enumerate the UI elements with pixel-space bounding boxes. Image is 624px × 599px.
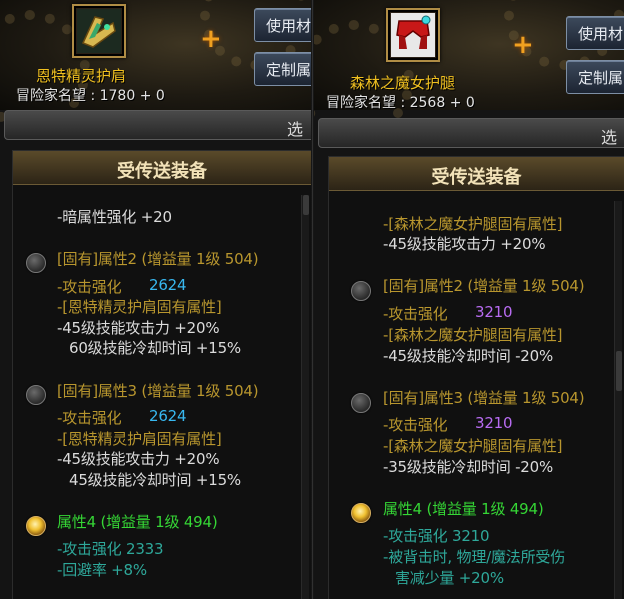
option-header: [固有]属性3 (增益量 1级 504) (57, 382, 259, 400)
attribute-line: -45级技能攻击力 +20% (57, 450, 220, 468)
item-header: + 使用材 定制属 森林之魔女护腿 冒险家名望 : 2568 + 0 (314, 0, 624, 140)
attribute-line: 60级技能冷却时间 +15% (69, 339, 241, 357)
attribute-line: -45级技能攻击力 +20% (383, 235, 546, 253)
option-header-selected: 属性4 (增益量 1级 494) (57, 513, 218, 531)
attribute-line: -攻击强化 (57, 278, 122, 296)
attribute-line: -回避率 +8% (57, 561, 147, 579)
option-header: [固有]属性2 (增益量 1级 504) (383, 277, 585, 295)
scrollbar-thumb[interactable] (303, 195, 309, 215)
attribute-line: -[森林之魔女护腿固有属性] (383, 215, 563, 233)
select-bar[interactable]: 选 (318, 118, 624, 148)
option-2-radio[interactable] (26, 253, 46, 273)
attribute-line: -35级技能冷却时间 -20% (383, 458, 554, 476)
option-header: [固有]属性2 (增益量 1级 504) (57, 250, 259, 268)
customize-attribute-button[interactable]: 定制属 (566, 60, 624, 94)
attribute-line: -45级技能冷却时间 -20% (383, 347, 554, 365)
transfer-equipment-list: 受传送装备 -暗属性强化 +20 [固有]属性2 (增益量 1级 504) -攻… (12, 150, 311, 599)
use-material-button[interactable]: 使用材 (254, 8, 311, 42)
attribute-line: -被背击时, 物理/魔法所受伤 (383, 548, 566, 566)
list-title: 受传送装备 (329, 157, 624, 191)
pauldron-item-icon[interactable] (72, 4, 126, 58)
attribute-line: -[恩特精灵护肩固有属性] (57, 430, 222, 448)
attack-value: 3210 (475, 414, 513, 432)
attribute-line: 害减少量 +20% (395, 569, 504, 587)
option-4-radio-selected[interactable] (351, 503, 371, 523)
attribute-line: -[森林之魔女护腿固有属性] (383, 326, 563, 344)
attribute-line: -攻击强化 2333 (57, 540, 164, 558)
item-name: 森林之魔女护腿 (350, 74, 456, 92)
option-3-radio[interactable] (351, 393, 371, 413)
attribute-line: -攻击强化 3210 (383, 527, 490, 545)
attribute-line: -攻击强化 (383, 305, 448, 323)
attribute-line: -[森林之魔女护腿固有属性] (383, 437, 563, 455)
adventurer-fame: 冒险家名望 : 1780 + 0 (16, 88, 165, 104)
left-equipment-panel: + 使用材 定制属 恩特精灵护肩 冒险家名望 : 1780 + 0 选 受传送装… (0, 0, 311, 599)
right-equipment-panel: + 使用材 定制属 森林之魔女护腿 冒险家名望 : 2568 + 0 选 受传送… (314, 0, 624, 599)
item-name: 恩特精灵护肩 (36, 67, 127, 85)
attack-value: 3210 (475, 303, 513, 321)
attribute-line: -45级技能攻击力 +20% (57, 319, 220, 337)
option-header: [固有]属性3 (增益量 1级 504) (383, 389, 585, 407)
list-title: 受传送装备 (13, 151, 311, 185)
item-header: + 使用材 定制属 恩特精灵护肩 冒险家名望 : 1780 + 0 (0, 0, 311, 130)
option-4-radio-selected[interactable] (26, 516, 46, 536)
attribute-line: -攻击强化 (383, 416, 448, 434)
attack-value: 2624 (149, 276, 187, 294)
select-label: 选 (287, 120, 304, 139)
option-header-selected: 属性4 (增益量 1级 494) (383, 500, 544, 518)
scrollbar[interactable] (614, 201, 622, 599)
select-label: 选 (601, 128, 618, 147)
attribute-line: -[恩特精灵护肩固有属性] (57, 298, 222, 316)
use-material-button[interactable]: 使用材 (566, 16, 624, 50)
option-3-radio[interactable] (26, 385, 46, 405)
plus-icon: + (512, 30, 534, 60)
leggings-item-icon[interactable] (386, 8, 440, 62)
customize-attribute-button[interactable]: 定制属 (254, 52, 311, 86)
attribute-line: 45级技能冷却时间 +15% (69, 471, 241, 489)
select-bar[interactable]: 选 (4, 110, 311, 140)
scrollbar-thumb[interactable] (616, 351, 622, 391)
scrollbar[interactable] (301, 195, 309, 599)
attribute-line: -攻击强化 (57, 409, 122, 427)
option-2-radio[interactable] (351, 281, 371, 301)
transfer-equipment-list: 受传送装备 -[森林之魔女护腿固有属性] -45级技能攻击力 +20% [固有]… (328, 156, 624, 599)
attribute-line: -暗属性强化 +20 (57, 208, 172, 226)
plus-icon: + (200, 24, 222, 54)
attack-value: 2624 (149, 407, 187, 425)
adventurer-fame: 冒险家名望 : 2568 + 0 (326, 95, 475, 111)
